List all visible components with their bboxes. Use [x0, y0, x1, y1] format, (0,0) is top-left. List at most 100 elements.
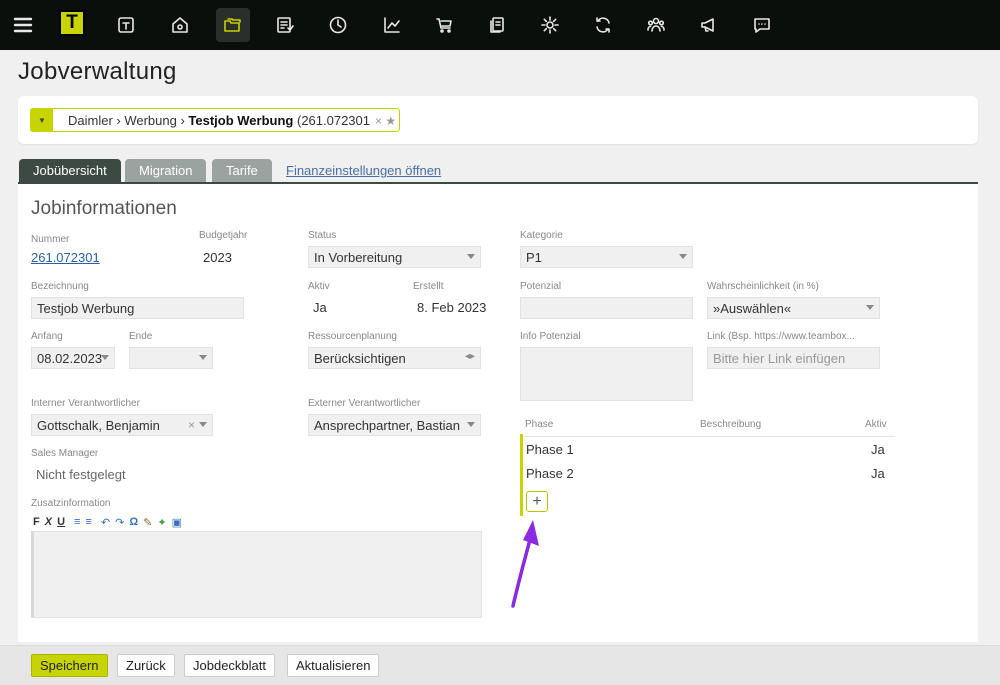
bezeichnung-label: Bezeichnung: [31, 281, 89, 292]
folder-copy-icon[interactable]: [216, 8, 250, 42]
link-input[interactable]: Bitte hier Link einfügen: [707, 347, 880, 369]
phase-row-1-name[interactable]: Phase 1: [526, 442, 574, 457]
calendar-t-icon[interactable]: [109, 8, 143, 42]
underline-button[interactable]: U: [57, 516, 65, 528]
chevron-down-icon: [679, 254, 687, 259]
sales-manager-value[interactable]: Nicht festgelegt: [36, 467, 126, 482]
ressourcenplanung-select[interactable]: Berücksichtigen ◂▸: [308, 347, 481, 369]
info-potenzial-label: Info Potenzial: [520, 331, 581, 342]
link-label: Link (Bsp. https://www.teambox...: [707, 331, 855, 342]
refresh-button[interactable]: Aktualisieren: [287, 654, 380, 677]
ende-date-select[interactable]: [129, 347, 213, 369]
ressourcenplanung-label: Ressourcenplanung: [308, 331, 397, 342]
aktiv-label: Aktiv: [308, 281, 330, 292]
job-selector-card: ▼ Daimler › Werbung › Testjob Werbung (2…: [18, 96, 978, 144]
top-navigation-bar: T: [0, 0, 1000, 50]
phase-row-2-aktiv: Ja: [871, 466, 885, 481]
ressourcenplanung-value: Berücksichtigen: [314, 350, 406, 366]
annotation-arrow-icon: [511, 520, 539, 608]
redo-icon[interactable]: ↷: [115, 516, 124, 529]
status-label: Status: [308, 230, 337, 241]
chevron-down-icon: [101, 355, 109, 360]
job-select-field[interactable]: ▼ Daimler › Werbung › Testjob Werbung (2…: [30, 108, 400, 132]
megaphone-icon[interactable]: [692, 8, 726, 42]
chevron-down-icon: [199, 422, 207, 427]
tab-migration[interactable]: Migration: [125, 159, 207, 182]
phase-row-2-name[interactable]: Phase 2: [526, 466, 574, 481]
nummer-link[interactable]: 261.072301: [31, 250, 100, 265]
add-phase-button[interactable]: +: [526, 491, 548, 512]
job-number-suffix: (261.072301: [293, 112, 370, 128]
interner-value: Gottschalk, Benjamin: [37, 417, 160, 433]
chevron-down-icon: [467, 254, 475, 259]
status-select[interactable]: In Vorbereitung: [308, 246, 481, 268]
budgetjahr-value: 2023: [203, 250, 232, 265]
eraser-icon[interactable]: ✎: [143, 516, 152, 529]
zusatz-editor-area[interactable]: [31, 531, 482, 618]
externer-select[interactable]: Ansprechpartner, Bastian: [308, 414, 481, 436]
bezeichnung-input[interactable]: Testjob Werbung: [31, 297, 244, 319]
phase-header-divider: [523, 436, 895, 437]
sales-manager-label: Sales Manager: [31, 448, 99, 459]
checklist-icon[interactable]: [268, 8, 302, 42]
italic-button[interactable]: X: [45, 516, 52, 528]
clear-star-icon[interactable]: × ★: [375, 114, 396, 128]
save-button[interactable]: Speichern: [31, 654, 108, 677]
finanzeinstellungen-link[interactable]: Finanzeinstellungen öffnen: [286, 163, 441, 178]
phase-accent-bar: [520, 434, 523, 516]
cart-icon[interactable]: [427, 8, 461, 42]
info-potenzial-textarea[interactable]: [520, 347, 693, 401]
chat-icon[interactable]: [745, 8, 779, 42]
settings-icon[interactable]: [533, 8, 567, 42]
anfang-value: 08.02.2023: [37, 350, 103, 366]
chart-icon[interactable]: [375, 8, 409, 42]
section-title: Jobinformationen: [31, 198, 177, 219]
tab-tarife[interactable]: Tarife: [212, 159, 272, 182]
chevron-down-icon: [866, 305, 874, 310]
clear-icon[interactable]: ×: [188, 418, 195, 432]
wahrscheinlichkeit-value: »Auswählen«: [713, 300, 792, 316]
bold-button[interactable]: F: [33, 516, 40, 528]
undo-icon[interactable]: ↶: [101, 516, 110, 529]
team-icon[interactable]: [639, 8, 673, 42]
editor-toolbar: F X U ≡ ≡ ↶ ↷ Ω ✎ ✦ ▣: [33, 515, 187, 529]
erstellt-label: Erstellt: [413, 281, 444, 292]
omega-icon[interactable]: Ω: [129, 516, 138, 528]
kategorie-select[interactable]: P1: [520, 246, 693, 268]
unordered-list-icon[interactable]: ≡: [85, 516, 91, 528]
interner-select[interactable]: Gottschalk, Benjamin ×: [31, 414, 213, 436]
updown-icon: ◂▸: [464, 351, 475, 362]
anfang-label: Anfang: [31, 331, 63, 342]
anfang-date-select[interactable]: 08.02.2023: [31, 347, 115, 369]
externer-label: Externer Verantwortlicher: [308, 398, 421, 409]
zusatz-label: Zusatzinformation: [31, 498, 111, 509]
job-path: Daimler › Werbung ›: [68, 112, 189, 128]
back-button[interactable]: Zurück: [117, 654, 175, 677]
phase-header: Phase: [525, 419, 554, 430]
documents-icon[interactable]: [480, 8, 514, 42]
puzzle-icon[interactable]: ✦: [157, 516, 166, 529]
clock-icon[interactable]: [321, 8, 355, 42]
wahrscheinlichkeit-select[interactable]: »Auswählen«: [707, 297, 880, 319]
refresh-icon[interactable]: [586, 8, 620, 42]
tab-jobuebersicht[interactable]: Jobübersicht: [19, 159, 121, 182]
budgetjahr-label: Budgetjahr: [199, 230, 248, 241]
phase-row-1-aktiv: Ja: [871, 442, 885, 457]
paste-icon[interactable]: ▣: [172, 516, 182, 529]
potenzial-input[interactable]: [520, 297, 693, 319]
job-name: Testjob Werbung: [188, 112, 294, 128]
aktiv-value: Ja: [313, 300, 327, 315]
interner-label: Interner Verantwortlicher: [31, 398, 140, 409]
ende-label: Ende: [129, 331, 153, 342]
potenzial-label: Potenzial: [520, 281, 562, 292]
menu-icon[interactable]: [6, 8, 40, 42]
erstellt-value: 8. Feb 2023: [417, 300, 487, 315]
home-location-icon[interactable]: [163, 8, 197, 42]
aktiv-header: Aktiv: [865, 419, 887, 430]
ordered-list-icon[interactable]: ≡: [74, 516, 80, 528]
jobdeckblatt-button[interactable]: Jobdeckblatt: [184, 654, 275, 677]
chevron-down-icon: [199, 355, 207, 360]
brand-logo[interactable]: T: [59, 10, 85, 36]
chevron-down-icon[interactable]: ▼: [31, 109, 53, 131]
kategorie-value: P1: [526, 249, 542, 265]
